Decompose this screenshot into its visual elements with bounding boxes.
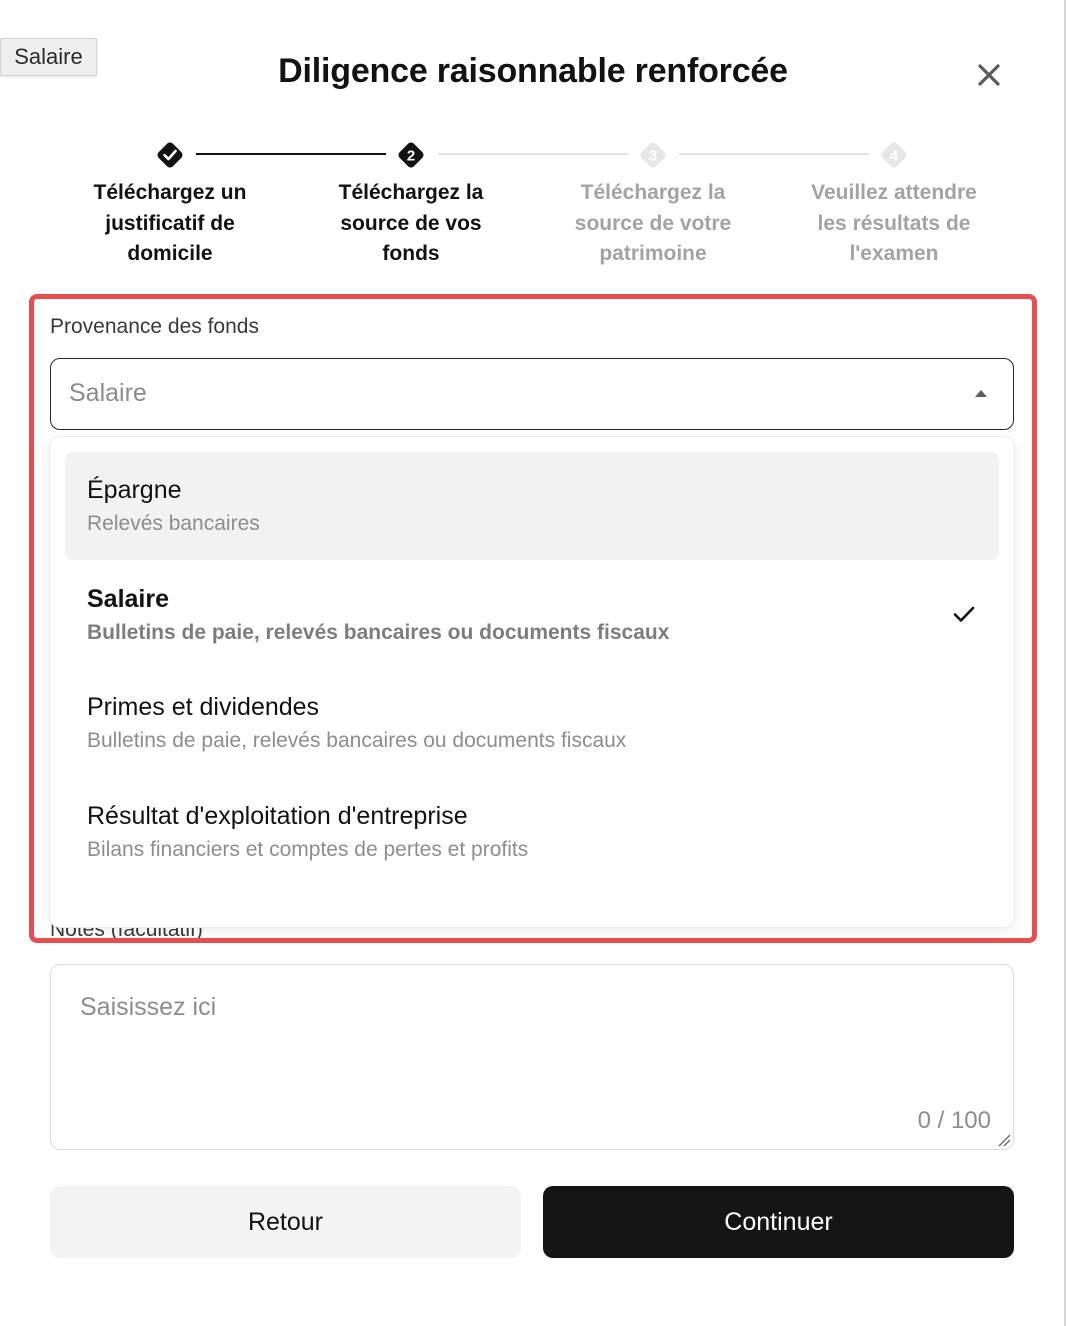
option-title: Résultat d'exploitation d'entreprise bbox=[87, 802, 468, 830]
step-1-label: Téléchargez un justificatif de domicile bbox=[93, 181, 247, 265]
option-subtitle: Bilans financiers et comptes de pertes e… bbox=[87, 838, 529, 861]
caret-up-icon bbox=[975, 390, 987, 397]
funds-source-value: Salaire bbox=[69, 379, 147, 407]
step-3-marker: 3 bbox=[636, 138, 670, 172]
step-3-number: 3 bbox=[649, 148, 657, 165]
funds-source-select[interactable]: Salaire bbox=[50, 358, 1014, 430]
option-primes-dividendes[interactable]: Primes et dividendes Bulletins de paie, … bbox=[65, 669, 999, 777]
character-counter: 0 / 100 bbox=[917, 1107, 991, 1134]
close-icon bbox=[978, 64, 1000, 86]
close-button[interactable] bbox=[970, 56, 1008, 94]
step-2-marker: 2 bbox=[394, 138, 428, 172]
step-1-marker bbox=[153, 138, 187, 172]
stepper: 2 3 4 Téléchargez un justificatif de dom… bbox=[0, 138, 1066, 278]
check-icon bbox=[157, 142, 183, 168]
step-4-number: 4 bbox=[890, 148, 899, 165]
option-title: Épargne bbox=[87, 476, 182, 504]
option-subtitle: Bulletins de paie, relevés bancaires ou … bbox=[87, 621, 670, 644]
funds-source-dropdown: Épargne Relevés bancaires Salaire Bullet… bbox=[50, 437, 1014, 927]
step-4-label: Veuillez attendre les résultats de l'exa… bbox=[811, 181, 977, 265]
option-title: Primes et dividendes bbox=[87, 693, 320, 721]
step-2-number: 2 bbox=[407, 148, 415, 165]
option-title: Salaire bbox=[87, 585, 170, 613]
back-button[interactable]: Retour bbox=[50, 1186, 521, 1258]
notes-textarea[interactable]: Saisissez ici 0 / 100 bbox=[50, 964, 1014, 1150]
step-4-marker: 4 bbox=[877, 138, 911, 172]
step-connector-1 bbox=[196, 153, 386, 155]
checkmark-icon bbox=[953, 606, 975, 622]
option-subtitle: Relevés bancaires bbox=[87, 512, 260, 535]
funds-source-label: Provenance des fonds bbox=[50, 315, 259, 338]
continue-button[interactable]: Continuer bbox=[543, 1186, 1014, 1258]
step-3-label: Téléchargez la source de votre patrimoin… bbox=[574, 181, 732, 265]
dialog-title: Diligence raisonnable renforcée bbox=[278, 52, 788, 90]
option-subtitle: Bulletins de paie, relevés bancaires ou … bbox=[87, 729, 627, 752]
step-2-label: Téléchargez la source de vos fonds bbox=[338, 181, 484, 265]
option-salaire[interactable]: Salaire Bulletins de paie, relevés banca… bbox=[65, 561, 999, 669]
dialog: Salaire Diligence raisonnable renforcée … bbox=[0, 0, 1066, 1326]
step-connector-2 bbox=[438, 153, 628, 155]
notes-placeholder: Saisissez ici bbox=[80, 993, 217, 1021]
step-connector-3 bbox=[679, 153, 869, 155]
resize-handle-icon[interactable] bbox=[997, 1133, 1011, 1147]
option-epargne[interactable]: Épargne Relevés bancaires bbox=[65, 452, 999, 560]
option-resultat-exploitation[interactable]: Résultat d'exploitation d'entreprise Bil… bbox=[65, 778, 999, 886]
